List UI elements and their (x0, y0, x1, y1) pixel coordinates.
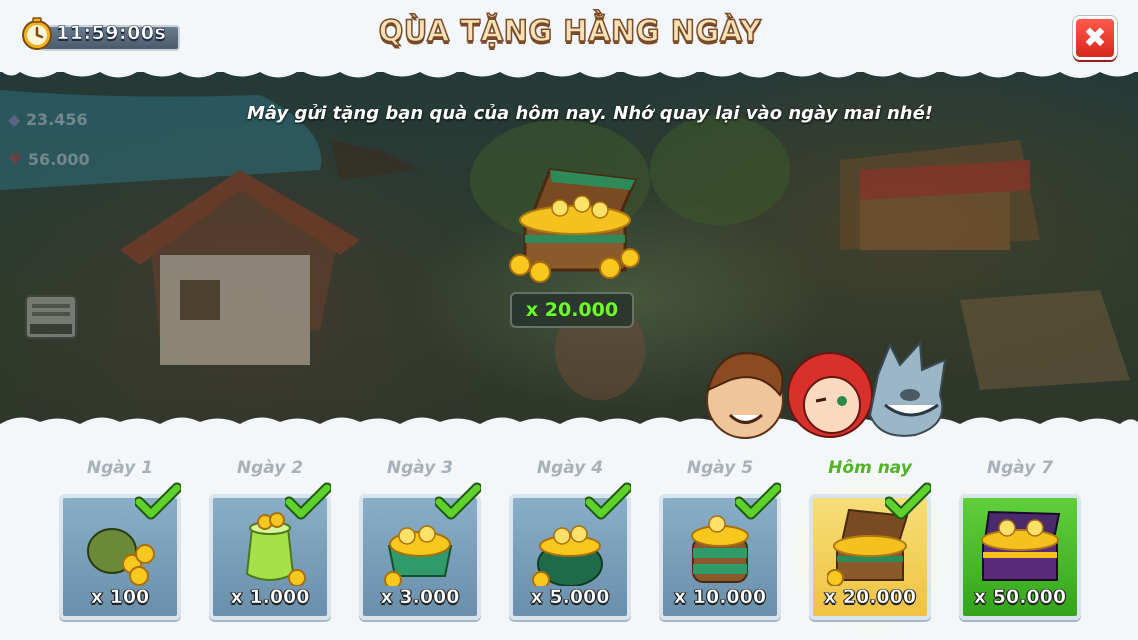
heart-icon: ♥ (8, 150, 23, 169)
checkmark-icon (735, 482, 781, 520)
day-label: Ngày 3 (386, 458, 454, 478)
day-label: Ngày 1 (86, 458, 154, 478)
today-reward-amount: x 20.000 (510, 292, 634, 328)
snow-fringe-bottom (0, 417, 1138, 436)
day-label: Ngày 7 (986, 458, 1054, 478)
reward-amount: x 20.000 (823, 586, 917, 609)
countdown-timer: 11:59:00s (20, 16, 180, 51)
close-button[interactable]: ✖ (1073, 16, 1117, 60)
close-icon: ✖ (1083, 21, 1107, 54)
hud-gems: ◆ 23.456 (8, 110, 88, 129)
reward-amount: x 1.000 (230, 586, 310, 609)
mascot-characters (706, 340, 947, 439)
clock-icon (22, 17, 52, 50)
checkmark-icon (135, 482, 181, 520)
day-label: Hôm nay (828, 458, 912, 478)
reward-amount: x 50.000 (973, 586, 1067, 609)
checkmark-icon (435, 482, 481, 520)
hearts-count: 56.000 (27, 150, 90, 169)
reward-amount: x 100 (90, 586, 150, 609)
gem-icon: ◆ (8, 110, 21, 129)
day-label: Ngày 4 (536, 458, 604, 478)
reward-amount: x 5.000 (530, 586, 610, 609)
gems-count: 23.456 (25, 110, 88, 129)
treasure-chest-icon (509, 168, 640, 283)
checkmark-icon (885, 482, 931, 520)
checkmark-icon (585, 482, 631, 520)
day-label: Ngày 5 (686, 458, 754, 478)
hud-hearts: ♥ 56.000 (8, 150, 90, 169)
page-title: QÙA TẶNG HẰNG NGÀY (378, 13, 762, 49)
daily-message: Mây gửi tặng bạn quà của hôm nay. Nhớ qu… (246, 103, 934, 124)
checkmark-icon (285, 482, 331, 520)
news-icon (25, 295, 77, 339)
reward-card: x 50.000 (959, 494, 1081, 620)
reward-amount: x 3.000 (380, 586, 460, 609)
coin-reward-icon (981, 510, 1061, 581)
day-label: Ngày 2 (236, 458, 304, 478)
snow-fringe-top (0, 62, 1138, 78)
timer-text: 11:59:00s (56, 22, 167, 45)
reward-amount: x 10.000 (673, 586, 767, 609)
